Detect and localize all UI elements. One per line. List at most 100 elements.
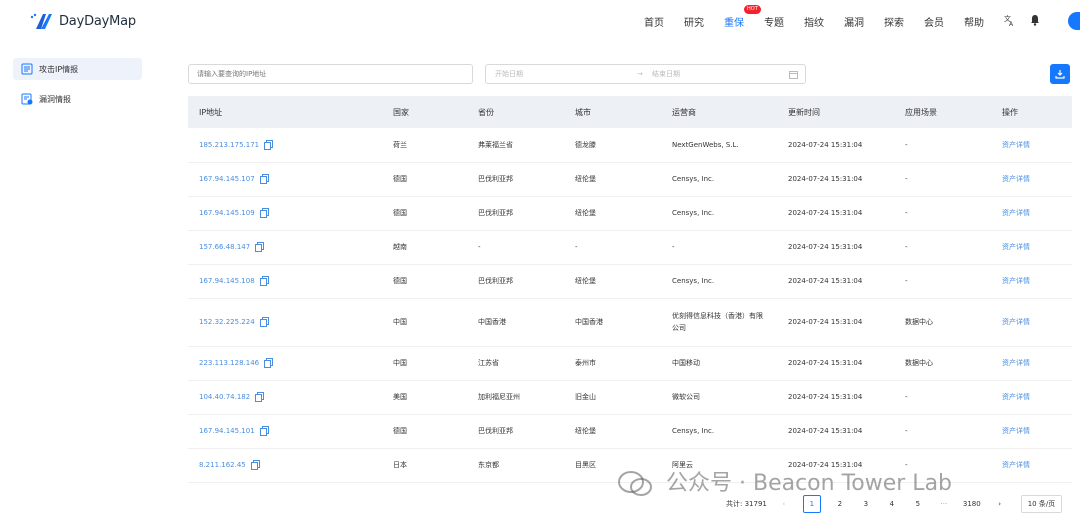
page-3[interactable]: 3 [859,500,873,508]
sidebar-item-attack-ip[interactable]: 攻击IP情报 [13,58,142,80]
column-header: 更新时间 [777,96,894,128]
page-4[interactable]: 4 [885,500,899,508]
sidebar-item-vuln-intel[interactable]: 漏洞情报 [13,88,142,110]
table-row: 223.113.128.146 中国 江苏省 泰州市 中国移动 2024-07-24 15… [188,346,1072,381]
copy-icon[interactable] [264,358,274,368]
nav-membership[interactable]: 会员 [924,14,944,29]
cell-text: 2024-07-24 15:31:04 [788,140,863,149]
nav-help[interactable]: 帮助 [964,14,984,29]
asset-detail-link[interactable]: 资产详情 [991,380,1072,415]
ip-cell[interactable]: 167.94.145.108 [188,264,382,299]
asset-detail-link[interactable]: 资产详情 [991,196,1072,231]
ip-cell[interactable]: 104.40.74.182 [188,380,382,415]
column-header: IP地址 [188,96,382,128]
table-row: 167.94.145.107 德国 巴伐利亚邦 纽伦堡 Censys, Inc. 2024… [188,162,1072,197]
copy-icon[interactable] [259,208,269,218]
sidebar: 攻击IP情报 漏洞情报 [0,42,156,525]
asset-detail-link[interactable]: 资产详情 [991,230,1072,265]
province-cell: 江苏省 [467,346,564,381]
cell-text: Censys, Inc. [672,427,715,435]
download-button[interactable] [1050,64,1070,84]
copy-icon[interactable] [264,139,274,150]
cell-text: 资产详情 [1002,175,1030,183]
copy-icon[interactable] [259,276,269,286]
cell-text: 2024-07-24 15:31:04 [788,427,863,435]
copy-icon[interactable] [259,174,269,184]
asset-detail-link[interactable]: 资产详情 [991,298,1072,347]
cell-text: - [478,243,481,251]
nav-home[interactable]: 首页 [644,14,664,29]
prev-page-button[interactable]: ‹ [777,500,791,508]
cell-text: Censys, Inc. [672,175,715,183]
nav-topics[interactable]: 专题 [764,14,784,29]
end-date-field[interactable]: 结束日期 [652,69,680,79]
nav-explore[interactable]: 探索 [884,14,904,29]
update-time-cell: 2024-07-24 15:31:04 [777,346,894,381]
isp-cell: 微软公司 [661,380,777,415]
cell-text: - [575,243,578,251]
update-time-cell: 2024-07-24 15:31:04 [777,196,894,231]
cell-text: 2024-07-24 15:31:04 [788,209,863,217]
page-5[interactable]: 5 [911,500,925,508]
cell-text: Censys, Inc. [672,209,715,217]
asset-detail-link[interactable]: 资产详情 [991,414,1072,449]
city-cell: 德龙滕 [564,128,661,163]
nav-fingerprint[interactable]: 指纹 [804,14,824,29]
scenario-cell: - [894,264,991,299]
main-content: 开始日期 → 结束日期 IP地址 国家 省份 城市 运营商 更新时间 应用场景 … [156,42,1080,525]
ip-cell[interactable]: 8.211.162.45 [188,448,382,483]
cell-text: Censys, Inc. [672,277,715,285]
table-row: 167.94.145.101 德国 巴伐利亚邦 纽伦堡 Censys, Inc. 2024… [188,414,1072,449]
ip-cell[interactable]: 152.32.225.224 [188,298,382,347]
cell-text: 德国 [393,427,407,435]
nav-vulnerability[interactable]: 漏洞 [844,14,864,29]
ip-cell[interactable]: 185.213.175.171 [188,128,382,163]
ip-cell[interactable]: 223.113.128.146 [188,346,382,381]
cell-text: 185.213.175.171 [199,140,260,149]
copy-icon[interactable] [255,242,265,252]
date-range-picker[interactable]: 开始日期 → 结束日期 [485,64,806,84]
next-page-button[interactable]: › [993,500,1007,508]
cell-text: 旧金山 [575,393,596,401]
province-cell: 巴伐利亚邦 [467,414,564,449]
asset-detail-link[interactable]: 资产详情 [991,448,1072,483]
cell-text: 数据中心 [905,318,933,326]
update-time-cell: 2024-07-24 15:31:04 [777,128,894,163]
asset-detail-link[interactable]: 资产详情 [991,346,1072,381]
cell-text: NextGenWebs, S.L. [672,140,739,149]
page-ellipsis[interactable]: ··· [937,500,951,508]
column-header: 国家 [382,96,467,128]
page-last[interactable]: 3180 [963,500,981,508]
bell-icon[interactable] [1030,14,1040,29]
translate-icon[interactable]: 文A [1004,14,1016,29]
arrow-right-icon: → [637,70,643,78]
cell-text: - [905,140,908,149]
asset-detail-link[interactable]: 资产详情 [991,162,1072,197]
copy-icon[interactable] [250,460,260,470]
asset-detail-link[interactable]: 资产详情 [991,264,1072,299]
update-time-cell: 2024-07-24 15:31:04 [777,264,894,299]
country-cell: 中国 [382,346,467,381]
ip-search-input[interactable] [188,64,473,84]
nav-key-protection[interactable]: 重保 HOT [724,4,761,29]
ip-cell[interactable]: 167.94.145.109 [188,196,382,231]
start-date-field[interactable]: 开始日期 [495,69,523,79]
country-cell: 德国 [382,264,467,299]
logo[interactable]: DayDayMap [30,11,136,31]
table-row: 104.40.74.182 美国 加利福尼亚州 旧金山 微软公司 2024-07-24 1… [188,380,1072,415]
copy-icon[interactable] [259,317,269,327]
nav-research[interactable]: 研究 [684,14,704,29]
ip-cell[interactable]: 157.66.48.147 [188,230,382,265]
cell-text: 美国 [393,393,407,401]
city-cell: 泰州市 [564,346,661,381]
page-size-select[interactable]: 10 条/页 [1020,495,1063,513]
copy-icon[interactable] [255,392,265,402]
avatar[interactable] [1068,12,1080,30]
ip-cell[interactable]: 167.94.145.107 [188,162,382,197]
isp-cell: Censys, Inc. [661,414,777,449]
isp-cell: Censys, Inc. [661,162,777,197]
page-2[interactable]: 2 [833,500,847,508]
copy-icon[interactable] [259,426,269,436]
asset-detail-link[interactable]: 资产详情 [991,128,1072,163]
ip-cell[interactable]: 167.94.145.101 [188,414,382,449]
